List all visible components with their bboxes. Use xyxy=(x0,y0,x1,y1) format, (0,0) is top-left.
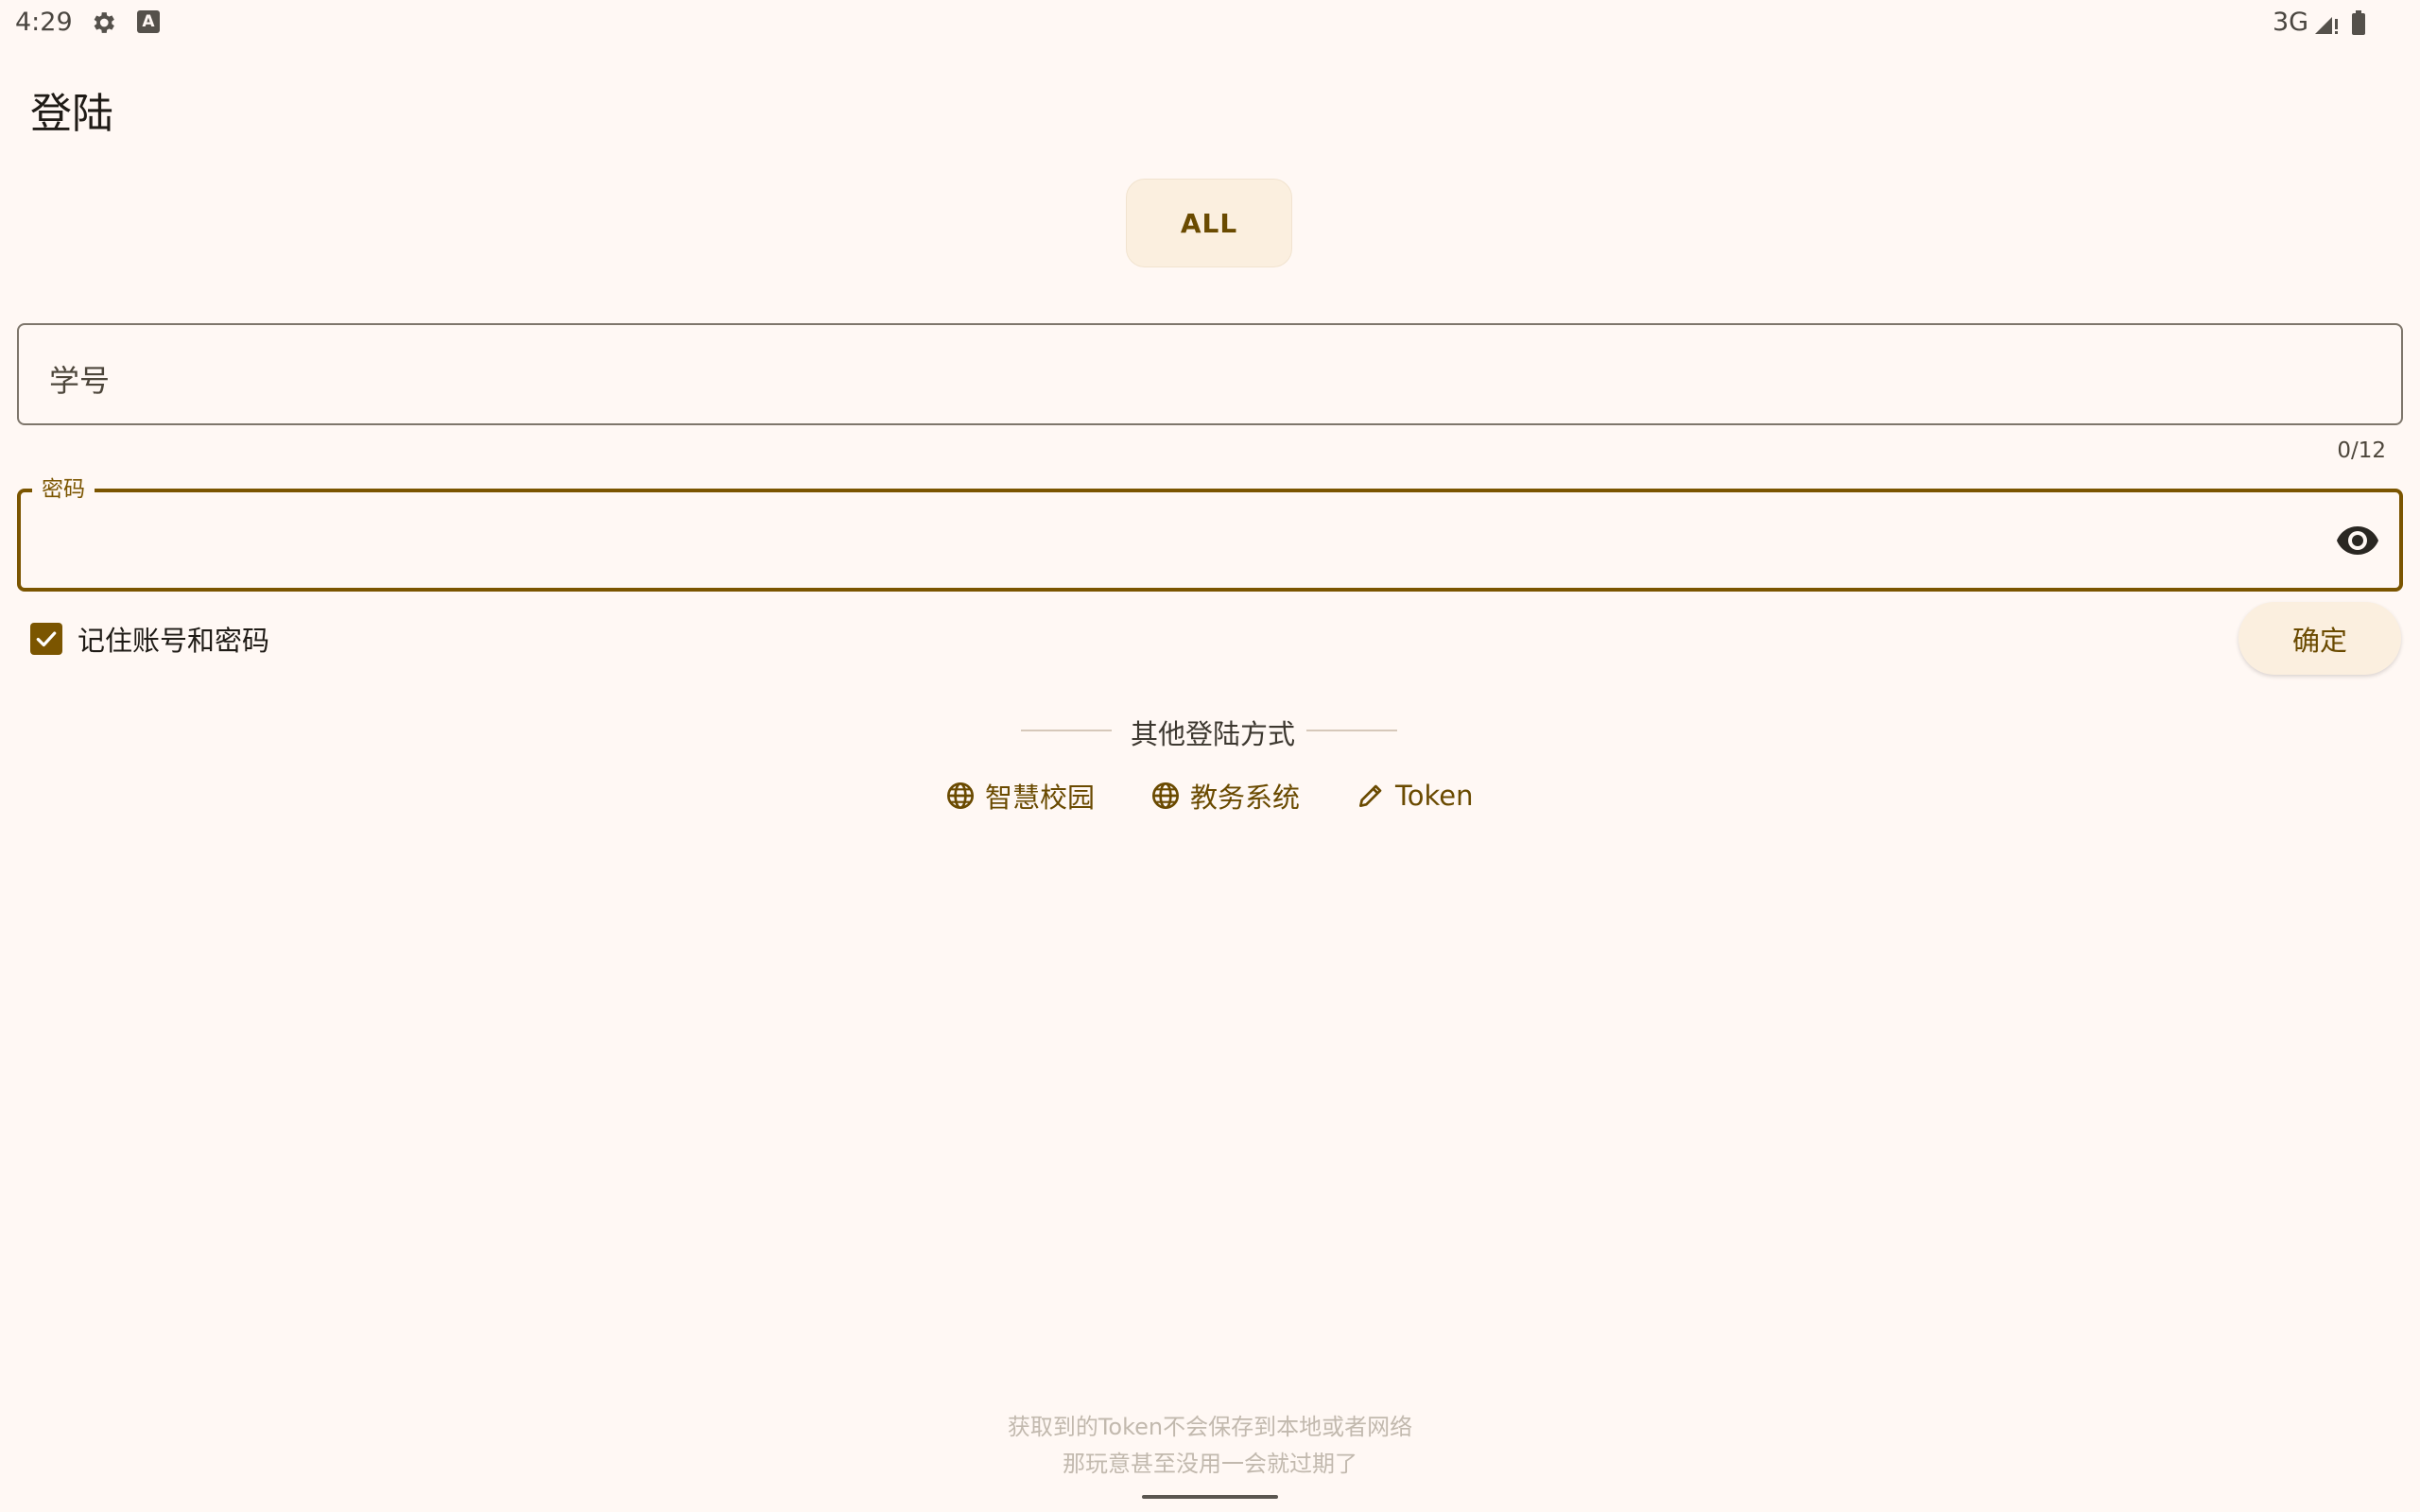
page-title: 登陆 xyxy=(30,90,113,138)
confirm-button[interactable]: 确定 xyxy=(2238,602,2401,675)
network-type: 3G xyxy=(2273,8,2309,37)
smart-campus-login-button[interactable]: 智慧校园 xyxy=(945,775,1095,816)
status-time: 4:29 xyxy=(15,8,73,37)
pencil-icon xyxy=(1359,784,1382,807)
home-indicator[interactable] xyxy=(1142,1495,1278,1499)
token-label: Token xyxy=(1395,780,1474,812)
remember-checkbox[interactable] xyxy=(30,623,62,655)
student-id-field[interactable]: 学号 xyxy=(17,323,2403,425)
token-login-button[interactable]: Token xyxy=(1356,775,1474,816)
signal-icon xyxy=(2315,17,2338,34)
academic-system-label: 教务系统 xyxy=(1190,782,1301,814)
gear-icon xyxy=(94,12,114,33)
divider-right xyxy=(1306,730,1397,731)
footer-note-line1: 获取到的Token不会保存到本地或者网络 xyxy=(1007,1414,1413,1440)
remember-row[interactable]: 记住账号和密码 xyxy=(30,620,269,658)
other-login-title: 其他登陆方式 xyxy=(1131,718,1296,750)
footer-note-line2: 那玩意甚至没用一会就过期了 xyxy=(1063,1451,1357,1477)
check-icon xyxy=(36,631,57,647)
eye-icon[interactable] xyxy=(2335,521,2380,558)
battery-icon xyxy=(2352,10,2365,35)
smart-campus-label: 智慧校园 xyxy=(985,782,1096,814)
school-select-chip[interactable]: ALL xyxy=(1126,179,1292,267)
status-bar: 4:29 A 3G xyxy=(0,0,2420,45)
a-notification-icon: A xyxy=(137,10,160,33)
password-field[interactable]: 密码 xyxy=(17,475,2403,592)
divider-left xyxy=(1021,730,1112,731)
student-id-counter: 0/12 xyxy=(2337,438,2386,463)
login-screen: 4:29 A 3G 登陆 ALL 学号 0/12 密码 记住账号和密码 确定 其… xyxy=(0,0,2420,1512)
globe-icon xyxy=(947,782,974,809)
student-id-label: 学号 xyxy=(49,363,111,399)
remember-label: 记住账号和密码 xyxy=(78,625,270,657)
password-label: 密码 xyxy=(32,475,95,504)
globe-icon xyxy=(1152,782,1179,809)
academic-system-login-button[interactable]: 教务系统 xyxy=(1150,775,1300,816)
